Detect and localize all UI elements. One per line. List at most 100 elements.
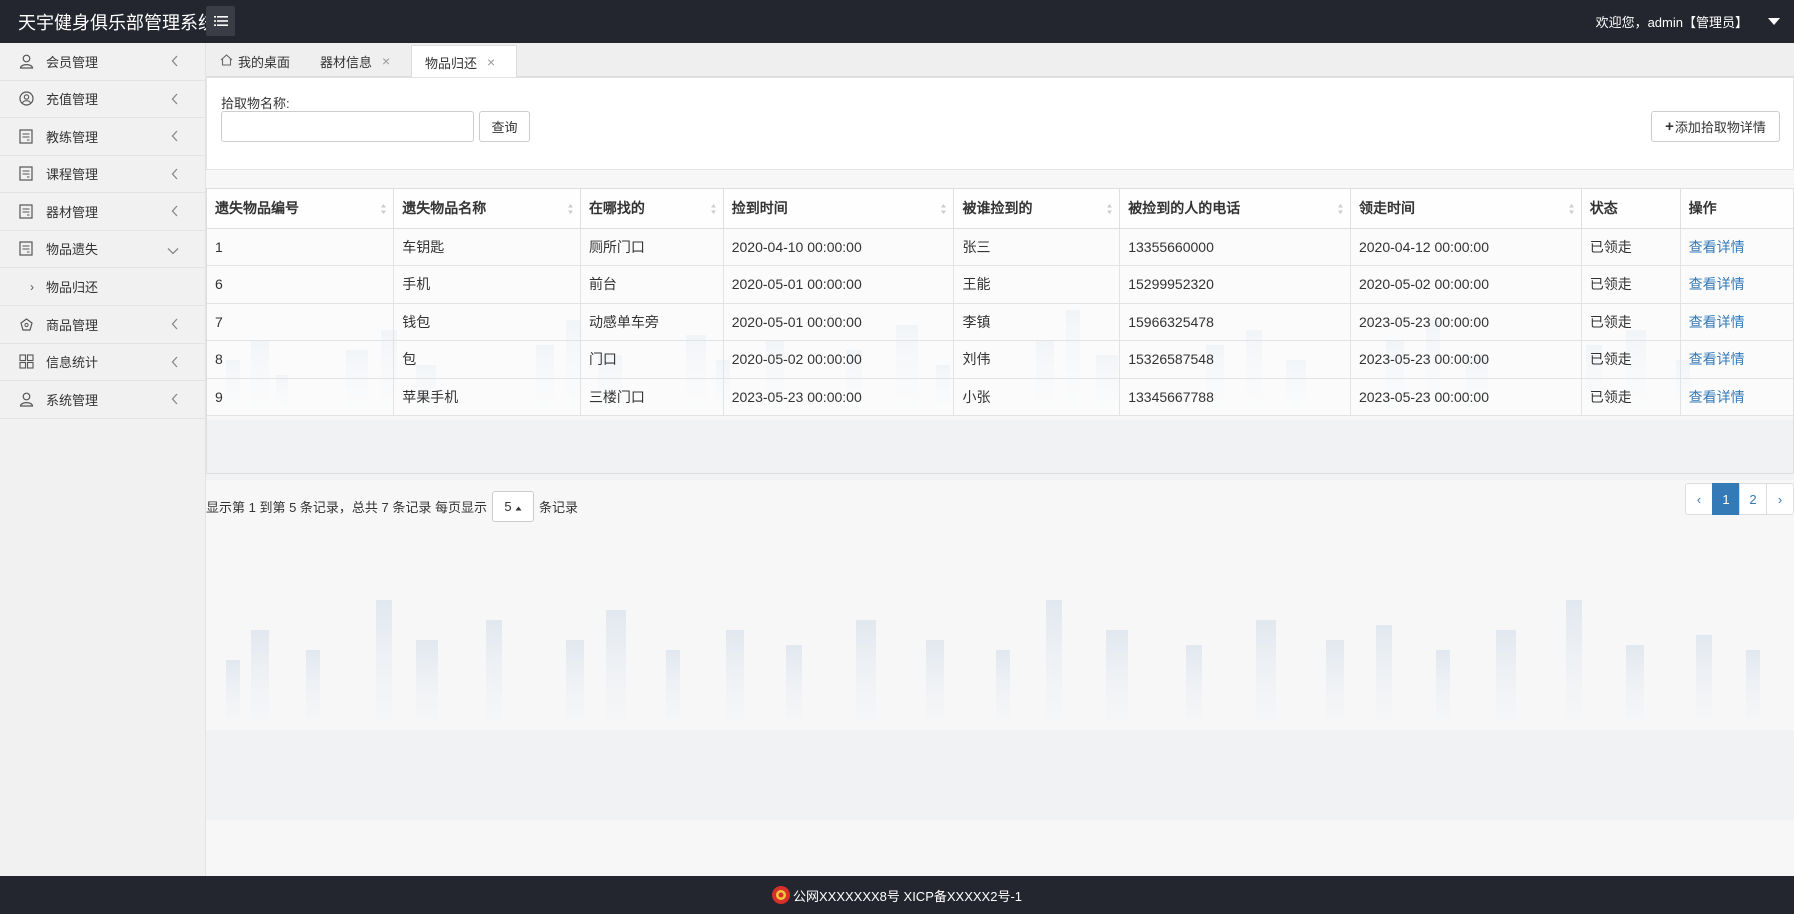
- sidebar-item-recharge[interactable]: 充值管理: [0, 81, 205, 118]
- hamburger-icon: [213, 16, 228, 26]
- cell-location: 动感单车旁: [580, 303, 724, 341]
- column-header[interactable]: 被谁捡到的: [953, 189, 1121, 229]
- column-header: 操作: [1680, 189, 1793, 229]
- cell-finder: 李镇: [953, 303, 1121, 341]
- sidebar-item-label: 课程管理: [46, 167, 99, 183]
- column-header[interactable]: 在哪找的: [580, 189, 724, 229]
- sidebar-item-goods[interactable]: 商品管理: [0, 306, 205, 344]
- sidebar-item-equipment[interactable]: 器材管理: [0, 193, 205, 231]
- cell-status: 已领走: [1581, 378, 1681, 416]
- cell-item-name: 车钥匙: [393, 228, 581, 266]
- page-size-dropdown[interactable]: 5: [491, 491, 534, 522]
- gift-icon: [18, 316, 34, 332]
- sort-icon: [380, 202, 387, 218]
- sidebar-item-course[interactable]: 课程管理: [0, 156, 205, 193]
- cell-item-name: 钱包: [393, 303, 581, 341]
- tab-bar: 我的桌面 器材信息 × 物品归还 ×: [206, 43, 1794, 78]
- column-header[interactable]: 遗失物品名称: [393, 189, 581, 229]
- chevron-down-icon: [167, 243, 179, 258]
- tab-label: 器材信息: [320, 54, 373, 70]
- sidebar-subitem-return[interactable]: › 物品归还: [0, 268, 205, 306]
- cell-claim-time: 2023-05-23 00:00:00: [1350, 340, 1582, 379]
- user-menu[interactable]: 欢迎您，admin【管理员】: [1596, 12, 1780, 31]
- view-details-link[interactable]: 查看详情: [1680, 303, 1793, 341]
- close-icon[interactable]: ×: [487, 54, 495, 70]
- cell-found-time: 2023-05-23 00:00:00: [723, 378, 955, 416]
- cell-location: 厕所门口: [580, 228, 724, 266]
- sidebar-item-label: 商品管理: [46, 317, 99, 333]
- sidebar-item-member[interactable]: 会员管理: [0, 43, 205, 81]
- page-size-value: 5: [504, 499, 512, 514]
- sidebar-item-label: 会员管理: [46, 54, 99, 70]
- sort-icon: [710, 202, 717, 218]
- cell-item-name: 苹果手机: [393, 378, 581, 416]
- cell-claim-time: 2020-05-02 00:00:00: [1350, 265, 1582, 304]
- sidebar-item-lost-items[interactable]: 物品遗失: [0, 231, 205, 268]
- column-header[interactable]: 遗失物品编号: [207, 189, 395, 229]
- column-header[interactable]: 被捡到的人的电话: [1119, 189, 1351, 229]
- cell-id: 6: [207, 265, 395, 304]
- cell-claim-time: 2023-05-23 00:00:00: [1350, 378, 1582, 416]
- chevron-right-icon: ›: [30, 279, 34, 294]
- page-1-button[interactable]: 1: [1712, 483, 1740, 515]
- table-row: 1 车钥匙 厕所门口 2020-04-10 00:00:00 张三 133556…: [207, 228, 1793, 266]
- menu-toggle-button[interactable]: [206, 6, 235, 36]
- cell-id: 1: [207, 228, 395, 266]
- chevron-left-icon: [171, 318, 179, 333]
- grid-icon: [18, 354, 34, 370]
- view-details-link[interactable]: 查看详情: [1680, 265, 1793, 304]
- welcome-text[interactable]: 欢迎您，admin【管理员】: [1596, 12, 1748, 31]
- document-icon: [18, 128, 34, 144]
- cell-phone: 13345667788: [1119, 378, 1351, 416]
- tab-item-return[interactable]: 物品归还 ×: [411, 45, 517, 78]
- cell-status: 已领走: [1581, 340, 1681, 379]
- column-header[interactable]: 捡到时间: [723, 189, 955, 229]
- sidebar-item-system[interactable]: 系统管理: [0, 381, 205, 419]
- cell-location: 门口: [580, 340, 724, 379]
- footer-text: 公网XXXXXXX8号 XICP备XXXXX2号-1: [792, 888, 1023, 904]
- sidebar-item-label: 物品遗失: [46, 242, 99, 258]
- sidebar-item-coach[interactable]: 教练管理: [0, 118, 205, 156]
- next-page-button[interactable]: ›: [1766, 483, 1794, 515]
- view-details-link[interactable]: 查看详情: [1680, 228, 1793, 266]
- page-2-button[interactable]: 2: [1739, 483, 1767, 515]
- plus-icon: +: [1665, 118, 1674, 135]
- query-button[interactable]: 查询: [479, 111, 530, 142]
- chevron-left-icon: [171, 356, 179, 371]
- close-icon[interactable]: ×: [382, 53, 390, 69]
- pagination-info-suffix: 条记录: [538, 500, 578, 515]
- table-row: 9 苹果手机 三楼门口 2023-05-23 00:00:00 小张 13345…: [207, 378, 1793, 416]
- document-icon: [18, 166, 34, 182]
- sort-icon: [567, 202, 574, 218]
- app-title: 天宇健身俱乐部管理系统: [18, 13, 216, 33]
- column-header[interactable]: 状态: [1581, 189, 1681, 229]
- cell-found-time: 2020-04-10 00:00:00: [723, 228, 955, 266]
- prev-page-button[interactable]: ‹: [1685, 483, 1713, 515]
- tab-equipment-info[interactable]: 器材信息 ×: [320, 45, 390, 77]
- cell-item-name: 包: [393, 340, 581, 379]
- tab-label: 我的桌面: [238, 54, 291, 70]
- cell-phone: 13355660000: [1119, 228, 1351, 266]
- add-item-label: 添加拾取物详情: [1674, 120, 1766, 135]
- cell-status: 已领走: [1581, 265, 1681, 304]
- table-header-row: 遗失物品编号 遗失物品名称 在哪找的 捡到时间 被谁捡到的 被捡到的人的电话 领…: [207, 189, 1793, 229]
- cell-id: 8: [207, 340, 395, 379]
- table-row: 8 包 门口 2020-05-02 00:00:00 刘伟 1532658754…: [207, 340, 1793, 379]
- cell-claim-time: 2023-05-23 00:00:00: [1350, 303, 1582, 341]
- sidebar-item-label: 教练管理: [46, 129, 99, 145]
- cell-finder: 刘伟: [953, 340, 1121, 379]
- cell-found-time: 2020-05-02 00:00:00: [723, 340, 955, 379]
- cell-id: 9: [207, 378, 395, 416]
- column-header[interactable]: 领走时间: [1350, 189, 1582, 229]
- search-input[interactable]: [221, 111, 474, 142]
- view-details-link[interactable]: 查看详情: [1680, 378, 1793, 416]
- caret-down-icon[interactable]: [1768, 18, 1780, 25]
- chevron-left-icon: [171, 393, 179, 408]
- add-item-button[interactable]: + 添加拾取物详情: [1651, 111, 1780, 142]
- view-details-link[interactable]: 查看详情: [1680, 340, 1793, 379]
- table-row: 7 钱包 动感单车旁 2020-05-01 00:00:00 李镇 159663…: [207, 303, 1793, 341]
- sidebar-item-statistics[interactable]: 信息统计: [0, 344, 205, 381]
- tab-desktop[interactable]: 我的桌面: [220, 45, 290, 77]
- pagination: ‹ 1 2 ›: [1685, 483, 1794, 515]
- document-icon: [18, 241, 34, 257]
